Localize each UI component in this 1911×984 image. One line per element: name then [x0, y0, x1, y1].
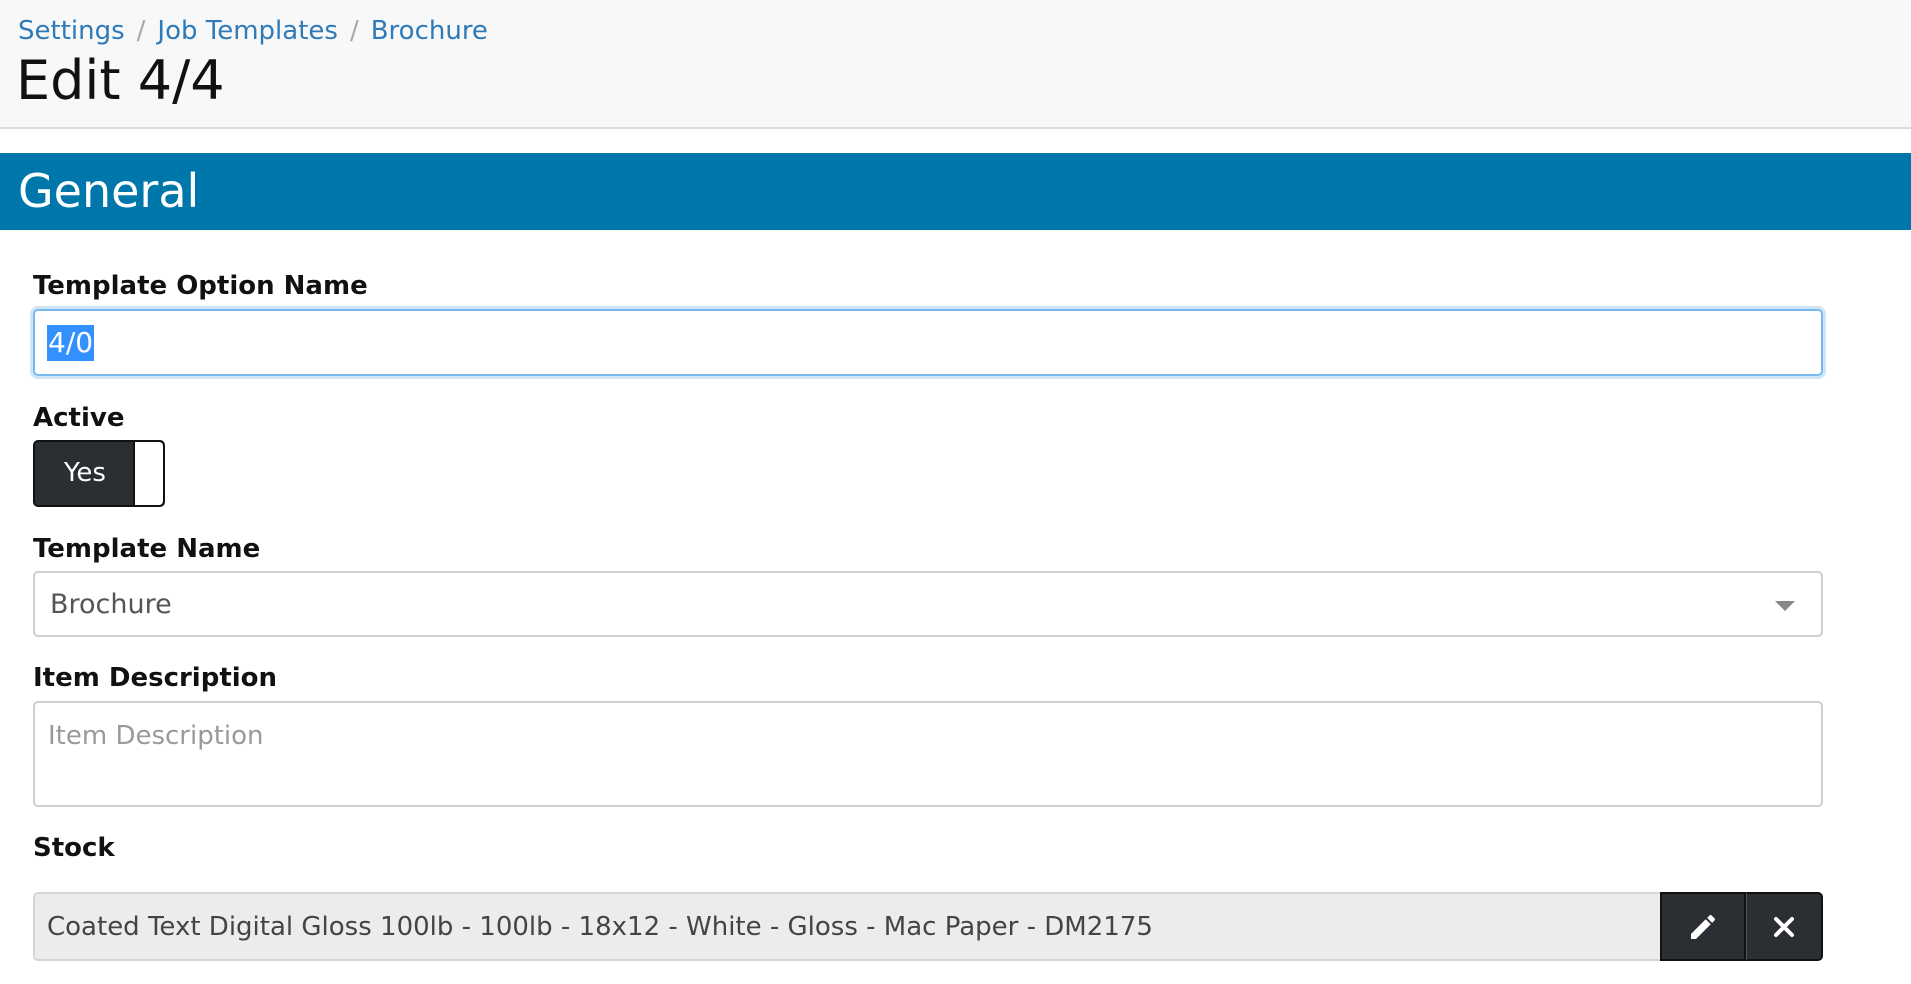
- template-option-name-input[interactable]: 4/0: [33, 309, 1823, 376]
- breadcrumb-separator: /: [136, 16, 146, 46]
- template-name-select[interactable]: Brochure: [33, 571, 1823, 637]
- stock-field[interactable]: Coated Text Digital Gloss 100lb - 100lb …: [33, 892, 1660, 961]
- active-label: Active: [33, 403, 125, 433]
- active-toggle-label: Yes: [64, 458, 106, 488]
- stock-input-group: Coated Text Digital Gloss 100lb - 100lb …: [33, 892, 1823, 961]
- template-name-selected-value: Brochure: [50, 589, 172, 620]
- section-title: General: [18, 164, 200, 218]
- breadcrumb-separator: /: [349, 16, 359, 46]
- stock-label: Stock: [33, 833, 115, 863]
- breadcrumb: Settings / Job Templates / Brochure: [18, 14, 488, 48]
- close-icon: [1774, 916, 1794, 937]
- toggle-knob: [133, 442, 163, 505]
- page-header: Settings / Job Templates / Brochure Edit 4/4: [0, 0, 1911, 129]
- breadcrumb-settings-link[interactable]: Settings: [18, 16, 125, 46]
- template-option-name-value: 4/0: [47, 325, 95, 361]
- active-toggle[interactable]: Yes: [33, 440, 165, 507]
- pencil-icon: [1691, 914, 1716, 939]
- item-description-label: Item Description: [33, 663, 278, 693]
- breadcrumb-brochure-link[interactable]: Brochure: [371, 16, 488, 46]
- caret-down-icon: [1775, 601, 1795, 611]
- item-description-textarea[interactable]: Item Description: [33, 701, 1823, 807]
- section-header-general: General: [0, 153, 1911, 230]
- stock-value: Coated Text Digital Gloss 100lb - 100lb …: [47, 912, 1153, 942]
- page-title: Edit 4/4: [16, 49, 225, 112]
- item-description-placeholder: Item Description: [48, 721, 264, 751]
- template-option-name-label: Template Option Name: [33, 271, 368, 301]
- remove-stock-button[interactable]: [1746, 892, 1823, 961]
- edit-stock-button[interactable]: [1660, 892, 1746, 961]
- template-name-label: Template Name: [33, 534, 261, 564]
- breadcrumb-job-templates-link[interactable]: Job Templates: [157, 16, 338, 46]
